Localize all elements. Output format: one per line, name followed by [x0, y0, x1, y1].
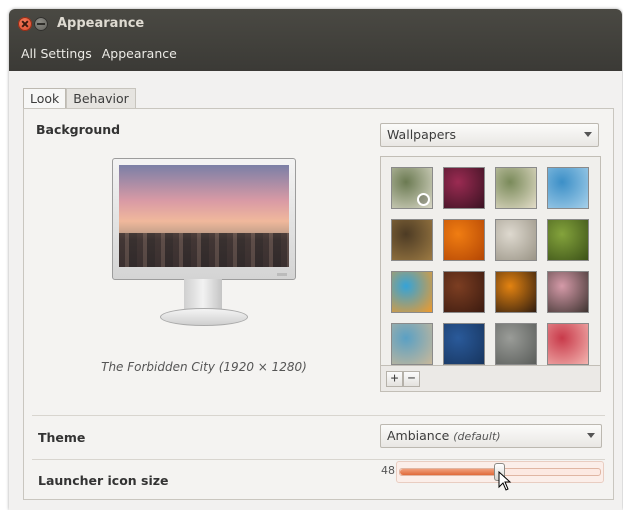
- wallpaper-thumbnail-bokeh-dark[interactable]: [391, 219, 433, 261]
- monitor-preview: [112, 158, 298, 330]
- wallpaper-thumbnail-green-plant[interactable]: [547, 219, 589, 261]
- wallpaper-thumbnail-forbidden-city[interactable]: [547, 271, 589, 313]
- launcher-icon-size-value: 48: [381, 464, 395, 477]
- divider: [32, 415, 605, 416]
- monitor-stand-neck: [184, 279, 222, 311]
- wallpaper-thumbnail-orange-flower[interactable]: [443, 219, 485, 261]
- tab-bar: Look Behavior: [23, 88, 136, 108]
- close-window-button[interactable]: [18, 17, 32, 31]
- breadcrumb: All Settings Appearance: [21, 44, 177, 64]
- mouse-pointer-icon: [498, 471, 512, 491]
- gallery-toolbar: + −: [381, 365, 600, 391]
- wallpaper-preview: [119, 165, 289, 267]
- launcher-size-slider-fill: [400, 469, 500, 475]
- wallpaper-thumbnail-white-feather[interactable]: [495, 219, 537, 261]
- wallpaper-thumbnail-orange-curve[interactable]: [495, 271, 537, 313]
- tab-behavior[interactable]: Behavior: [66, 88, 136, 108]
- add-wallpaper-button[interactable]: +: [386, 371, 403, 387]
- wallpaper-source-value: Wallpapers: [387, 127, 457, 142]
- breadcrumb-appearance[interactable]: Appearance: [102, 44, 177, 64]
- look-panel: Background The Forbidden City (1920 × 12…: [23, 108, 614, 500]
- wallpaper-thumbnail-cartoon-bird[interactable]: [391, 271, 433, 313]
- wallpaper-thumbnail-red-bokeh[interactable]: [547, 323, 589, 365]
- appearance-window: Appearance All Settings Appearance Look …: [9, 9, 622, 510]
- wallpaper-caption: The Forbidden City (1920 × 1280): [101, 360, 307, 374]
- title-bar: Appearance All Settings Appearance: [9, 9, 622, 71]
- wallpaper-thumbnail-gray-fog[interactable]: [495, 323, 537, 365]
- wallpaper-thumbnail-blue-stripes[interactable]: [443, 323, 485, 365]
- background-label: Background: [36, 122, 121, 137]
- theme-value: Ambiance (default): [387, 428, 501, 443]
- wallpaper-thumbnail-succulent-clock[interactable]: [391, 167, 433, 209]
- wallpaper-thumbnail-succulent-rosette[interactable]: [495, 167, 537, 209]
- tab-look[interactable]: Look: [23, 88, 67, 108]
- monitor-bezel: [112, 158, 296, 280]
- minimize-window-button[interactable]: [34, 17, 48, 31]
- wallpaper-thumbnail-brown-dot[interactable]: [443, 271, 485, 313]
- launcher-icon-size-label: Launcher icon size: [38, 473, 169, 488]
- wallpaper-thumbnail-bicycle-blur[interactable]: [391, 323, 433, 365]
- window-title: Appearance: [57, 16, 145, 31]
- wallpaper-gallery: + −: [380, 156, 601, 392]
- wallpaper-source-dropdown[interactable]: Wallpapers: [380, 123, 599, 147]
- remove-wallpaper-button[interactable]: −: [403, 371, 420, 387]
- theme-dropdown[interactable]: Ambiance (default): [380, 424, 602, 448]
- wallpaper-thumbnail-birds-on-sky[interactable]: [547, 167, 589, 209]
- chevron-down-icon: [587, 433, 595, 438]
- wallpaper-thumbnail-pink-flower-macro[interactable]: [443, 167, 485, 209]
- monitor-stand-base: [160, 308, 248, 326]
- divider: [32, 459, 605, 460]
- clock-icon: [417, 193, 430, 206]
- breadcrumb-all-settings[interactable]: All Settings: [21, 44, 92, 64]
- monitor-power-led: [277, 273, 287, 276]
- chevron-down-icon: [584, 132, 592, 137]
- theme-label: Theme: [38, 430, 86, 445]
